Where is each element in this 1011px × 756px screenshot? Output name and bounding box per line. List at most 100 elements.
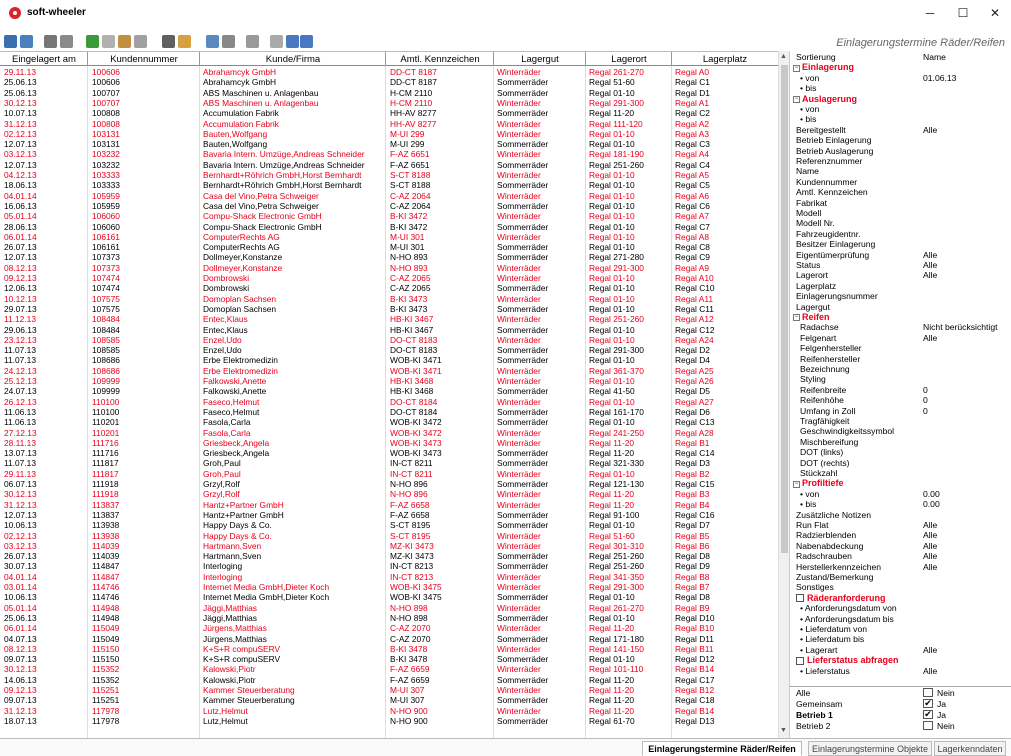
filter-value[interactable]: Alle [923, 520, 937, 530]
filter-row[interactable]: • Anforderungsdatum von [790, 603, 1011, 613]
data-grid[interactable]: Eingelagert am Kundennummer Kunde/Firma Amt… [0, 51, 778, 738]
refresh-icon[interactable] [206, 35, 219, 48]
filter-row[interactable]: Bereitgestellt Alle [790, 125, 1011, 135]
table-row[interactable]: 05.01.14 106060 Compu-Shack Electronic Gmb… [0, 211, 778, 221]
table-row[interactable]: 30.12.13 115352 Kalowski,Piotr F-AZ 6659 Win… [0, 664, 778, 674]
filter-row[interactable]: Radzierblenden Alle [790, 530, 1011, 540]
table-row[interactable]: 02.12.13 103131 Bauten,Wolfgang M-UI 299 Win… [0, 129, 778, 139]
table-row[interactable]: 09.12.13 107474 Dombrowski C-AZ 2065 Winterr… [0, 273, 778, 283]
filter-section[interactable]: − Einlagerung [790, 62, 1011, 72]
table-row[interactable]: 30.12.13 100707 ABS Maschinen u. Anlagenba… [0, 98, 778, 108]
table-row[interactable]: 24.12.13 108686 Erbe Elektromedizin WOB-KI … [0, 366, 778, 376]
table-row[interactable]: 04.01.14 105959 Casa del Vino,Petra Schwei… [0, 191, 778, 201]
filter-row[interactable]: Amtl. Kennzeichen [790, 187, 1011, 197]
filter-row[interactable]: DOT (links) [790, 447, 1011, 457]
table-row[interactable]: 12.07.13 113837 Hantz+Partner GmbH F-AZ 665… [0, 510, 778, 520]
delete-icon[interactable] [162, 35, 175, 48]
collapse-toggle-icon[interactable]: − [793, 64, 800, 72]
filter-row[interactable]: Kundennummer [790, 177, 1011, 187]
filter-row[interactable]: • Lieferstatus Alle [790, 666, 1011, 676]
table-row[interactable]: 08.12.13 107373 Dollmeyer,Konstanze N-HO 89… [0, 263, 778, 273]
table-row[interactable]: 25.06.13 100707 ABS Maschinen u. Anlagenba… [0, 88, 778, 98]
filter-value[interactable]: 0.00 [923, 499, 940, 509]
search-icon[interactable] [4, 35, 17, 48]
filter-row[interactable]: Bezeichnung [790, 364, 1011, 374]
table-row[interactable]: 09.07.13 115251 Kammer Steuerberatung M-UI … [0, 695, 778, 705]
filter-section[interactable]: Räderanforderung [790, 593, 1011, 603]
table-row[interactable]: 13.07.13 111716 Griesbeck,Angela WOB-KI 347… [0, 448, 778, 458]
vertical-scrollbar[interactable]: ▲ ▼ [778, 51, 789, 738]
filter-row[interactable]: Lagerort Alle [790, 270, 1011, 280]
filter-section[interactable]: Lieferstatus abfragen [790, 655, 1011, 665]
column-header[interactable]: Kunde/Firma [200, 54, 386, 65]
table-row[interactable]: 11.07.13 108686 Erbe Elektromedizin WOB-KI … [0, 355, 778, 365]
filter-row[interactable]: Sortierung Name [790, 52, 1011, 62]
filter-row[interactable]: • Lieferdatum bis [790, 634, 1011, 644]
table-row[interactable]: 12.06.13 107474 Dombrowski C-AZ 2065 Sommerr… [0, 283, 778, 293]
table-row[interactable]: 26.12.13 110100 Faseco,Helmut DO-CT 8184 Win… [0, 397, 778, 407]
checkbox-icon[interactable] [796, 594, 804, 603]
filter-value[interactable]: Nicht berücksichtigt [923, 322, 998, 332]
filter-value[interactable]: Name [923, 52, 946, 62]
table-row[interactable]: 11.06.13 110100 Faseco,Helmut DO-CT 8184 Som… [0, 407, 778, 417]
filter-row[interactable]: • bis [790, 114, 1011, 124]
filter-row[interactable]: Zusätzliche Notizen [790, 510, 1011, 520]
table-row[interactable]: 30.07.13 114847 Interloging IN-CT 8213 Somme… [0, 561, 778, 571]
table-row[interactable]: 27.12.13 110201 Fasola,Carla WOB-KI 3472 Win… [0, 428, 778, 438]
table-row[interactable]: 03.12.13 114039 Hartmann,Sven MZ-KI 3473 Win… [0, 541, 778, 551]
filter-row[interactable]: Run Flat Alle [790, 520, 1011, 530]
help-icon[interactable] [300, 35, 313, 48]
filter-row[interactable]: Modell Nr. [790, 218, 1011, 228]
filter-icon[interactable] [20, 35, 33, 48]
filter-value[interactable]: Alle [923, 551, 937, 561]
filter-row[interactable]: Nabenabdeckung Alle [790, 541, 1011, 551]
table-row[interactable]: 11.12.13 108484 Entec,Klaus HB-KI 3467 Winte… [0, 314, 778, 324]
table-row[interactable]: 31.12.13 117978 Lutz,Helmut N-HO 900 Winterr… [0, 706, 778, 716]
filter-row[interactable]: Reifenhersteller [790, 354, 1011, 364]
branch-row[interactable]: Alle Nein [790, 688, 1011, 699]
filter-row[interactable]: Mischbereifung [790, 437, 1011, 447]
filter-row[interactable]: Radachse Nicht berücksichtigt [790, 322, 1011, 332]
filter-section[interactable]: − Profiltiefe [790, 478, 1011, 488]
copy-document-icon[interactable] [134, 35, 147, 48]
minimize-button[interactable]: ─ [915, 4, 945, 22]
table-row[interactable]: 04.01.14 114847 Interloging IN-CT 8213 Winte… [0, 572, 778, 582]
column-header[interactable]: Eingelagert am [0, 54, 88, 65]
filter-row[interactable]: • Lagerart Alle [790, 645, 1011, 655]
filter-value[interactable]: Alle [923, 250, 937, 260]
table-row[interactable]: 31.12.13 100808 Accumulation Fabrik HH-AV 8… [0, 119, 778, 129]
column-header[interactable]: Lagerort [586, 54, 672, 65]
filter-row[interactable]: Reifenbreite 0 [790, 385, 1011, 395]
table-row[interactable]: 25.06.13 114948 Jäggi,Matthias N-HO 898 Somm… [0, 613, 778, 623]
checkbox-icon[interactable] [796, 656, 804, 665]
filter-row[interactable]: Eigentümerprüfung Alle [790, 250, 1011, 260]
filter-row[interactable]: Fabrikat [790, 198, 1011, 208]
table-row[interactable]: 28.11.13 111716 Griesbeck,Angela WOB-KI 347… [0, 438, 778, 448]
maximize-button[interactable]: ☐ [948, 4, 978, 22]
branch-row[interactable]: Gemeinsam ✔ Ja [790, 699, 1011, 710]
filter-value[interactable]: 0 [923, 385, 928, 395]
filter-row[interactable]: Reifenhöhe 0 [790, 395, 1011, 405]
table-row[interactable]: 12.07.13 103131 Bauten,Wolfgang M-UI 299 Som… [0, 139, 778, 149]
table-row[interactable]: 06.01.14 115049 Jürgens,Matthias C-AZ 2070 W… [0, 623, 778, 633]
table-row[interactable]: 10.07.13 100808 Accumulation Fabrik HH-AV 8… [0, 108, 778, 118]
print-preview-icon[interactable] [60, 35, 73, 48]
table-row[interactable]: 24.07.13 109999 Falkowski,Anette HB-KI 3468… [0, 386, 778, 396]
table-row[interactable]: 16.06.13 105959 Casa del Vino,Petra Schwei… [0, 201, 778, 211]
filter-value[interactable]: Alle [923, 645, 937, 655]
new-document-icon[interactable] [102, 35, 115, 48]
table-row[interactable]: 30.12.13 111918 Grzyl,Rolf N-HO 896 Winterrä… [0, 489, 778, 499]
table-row[interactable]: 06.07.13 111918 Grzyl,Rolf N-HO 896 Sommerrä… [0, 479, 778, 489]
table-row[interactable]: 28.06.13 106060 Compu-Shack Electronic Gmb… [0, 222, 778, 232]
filter-value[interactable]: Alle [923, 541, 937, 551]
tab-3[interactable]: Lagerkenndaten [934, 741, 1006, 756]
filter-row[interactable]: Betrieb Einlagerung [790, 135, 1011, 145]
scroll-up-icon[interactable]: ▲ [780, 53, 787, 60]
collapse-toggle-icon[interactable]: − [793, 480, 800, 488]
filter-row[interactable]: Referenznummer [790, 156, 1011, 166]
print-icon[interactable] [44, 35, 57, 48]
column-header[interactable]: Amtl. Kennzeichen [386, 54, 494, 65]
filter-row[interactable]: Geschwindigkeitssymbol [790, 426, 1011, 436]
filter-row[interactable]: • Lieferdatum von [790, 624, 1011, 634]
filter-value[interactable]: Alle [923, 125, 937, 135]
